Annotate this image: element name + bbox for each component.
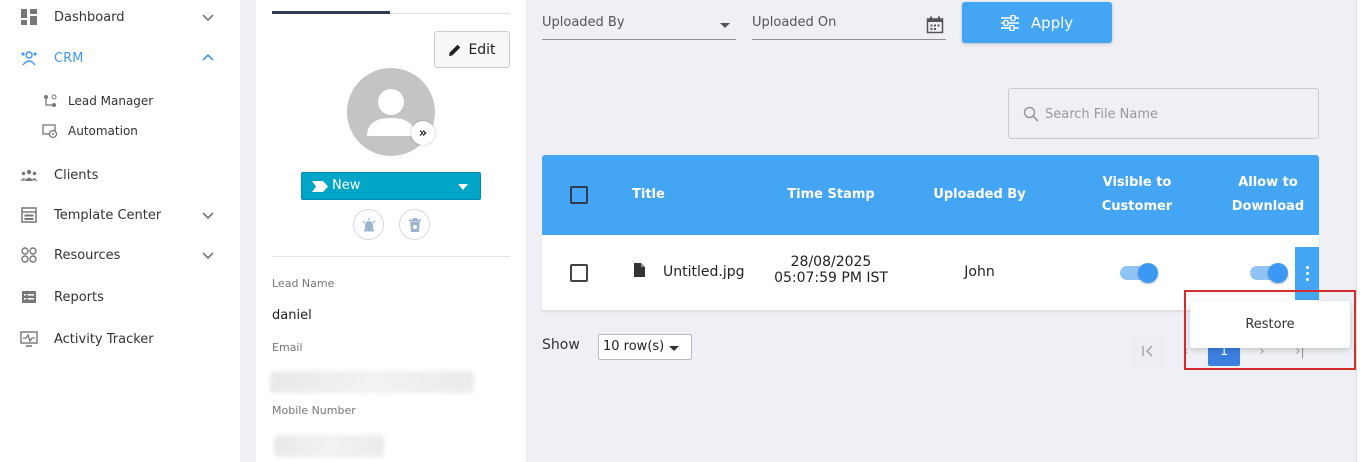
search-input[interactable] (1045, 103, 1305, 125)
trash-icon (408, 217, 421, 232)
sidebar-item-clients[interactable]: Clients (0, 158, 240, 192)
active-tab-indicator[interactable] (272, 11, 390, 14)
lead-status-select[interactable]: New (301, 172, 481, 200)
alarm-icon (362, 217, 375, 231)
file-uploaded-by: John (964, 264, 995, 280)
lead-name-value: daniel (272, 308, 312, 323)
uploaded-by-filter[interactable]: Uploaded By (542, 10, 736, 40)
first-page-icon[interactable] (1132, 336, 1164, 366)
sidebar-subitem-automation[interactable]: Automation (0, 118, 240, 144)
file-icon (634, 263, 645, 277)
sliders-icon (1000, 14, 1019, 31)
mobile-value-redacted (274, 435, 384, 457)
lead-status-value: New (332, 178, 361, 193)
header-title[interactable]: Title (632, 183, 665, 207)
header-uploaded-by[interactable]: Uploaded By (922, 183, 1037, 207)
header-visible-line2: Customer (1101, 199, 1173, 214)
sidebar-item-template-center[interactable]: Template Center (0, 198, 240, 232)
sidebar-subitem-label: Automation (68, 124, 138, 138)
right-scroll-edge (1356, 0, 1360, 462)
sidebar-item-label: Resources (54, 247, 121, 263)
caret-down-icon (458, 184, 468, 190)
rows-per-page-select[interactable]: 10 row(s) (598, 334, 692, 360)
sidebar-item-reports[interactable]: Reports (0, 280, 240, 314)
caret-down-icon (669, 346, 679, 351)
uploaded-on-filter[interactable]: Uploaded On (752, 10, 946, 40)
sidebar-item-label: Dashboard (54, 9, 125, 25)
mobile-number-label: Mobile Number (272, 404, 356, 417)
header-visible-to-customer[interactable]: Visible to Customer (1082, 171, 1192, 219)
file-search-box[interactable] (1008, 88, 1319, 139)
apply-button-label: Apply (1030, 13, 1074, 32)
file-timestamp: 28/08/2025 05:07:59 PM IST (770, 254, 892, 286)
sidebar-item-dashboard[interactable]: Dashboard (0, 0, 240, 34)
sidebar-item-label: Activity Tracker (54, 331, 154, 347)
sidebar-item-resources[interactable]: Resources (0, 238, 240, 272)
activity-icon (20, 330, 38, 348)
automation-icon (42, 123, 58, 139)
lead-manager-icon (42, 93, 58, 109)
pencil-icon (449, 44, 461, 56)
header-allow-to-download[interactable]: Allow to Download (1213, 171, 1323, 219)
chevron-down-icon (202, 212, 214, 220)
sidebar-item-label: Reports (54, 289, 104, 305)
sidebar-item-activity-tracker[interactable]: Activity Tracker (0, 322, 240, 356)
email-label: Email (272, 341, 303, 354)
tag-icon (312, 181, 328, 192)
file-time: 05:07:59 PM IST (774, 270, 888, 286)
lead-details-panel: Edit » New Lead Name daniel Email Mobile… (256, 0, 526, 462)
file-title[interactable]: Untitled.jpg (663, 264, 745, 280)
header-allow-line2: Download (1231, 199, 1305, 214)
allow-download-toggle[interactable] (1250, 263, 1288, 283)
header-timestamp[interactable]: Time Stamp (772, 183, 890, 207)
header-visible-line1: Visible to (1102, 175, 1172, 190)
uploaded-on-filter-label: Uploaded On (752, 15, 837, 30)
crm-icon (20, 49, 38, 67)
sidebar-subitem-lead-manager[interactable]: Lead Manager (0, 88, 240, 114)
alarm-button[interactable] (353, 209, 384, 240)
highlight-box (1184, 290, 1356, 370)
chevron-down-icon (202, 252, 214, 260)
sidebar-item-label: Clients (54, 167, 99, 183)
sidebar-subitem-label: Lead Manager (68, 94, 154, 108)
expand-arrows-icon[interactable]: » (411, 121, 435, 145)
apply-button[interactable]: Apply (962, 2, 1112, 43)
search-icon (1023, 106, 1039, 122)
toggle-knob (1138, 263, 1158, 283)
chevron-up-icon (202, 53, 214, 61)
files-table-header: Title Time Stamp Uploaded By Visible to … (542, 155, 1319, 235)
edit-button-label: Edit (468, 41, 496, 58)
file-date: 28/08/2025 (790, 254, 872, 270)
caret-down-icon (720, 23, 730, 28)
template-icon (20, 206, 38, 224)
lead-name-label: Lead Name (272, 277, 335, 290)
select-all-checkbox[interactable] (570, 186, 588, 204)
uploaded-by-filter-label: Uploaded By (542, 15, 625, 30)
visible-to-customer-toggle[interactable] (1120, 263, 1158, 283)
resources-icon (20, 246, 38, 264)
delete-button[interactable] (399, 209, 430, 240)
row-checkbox[interactable] (570, 264, 588, 282)
dashboard-icon (20, 8, 38, 26)
show-label: Show (542, 337, 580, 353)
sidebar-item-label: CRM (54, 50, 84, 66)
calendar-icon[interactable] (926, 16, 944, 34)
email-value-redacted (270, 371, 474, 393)
header-allow-line1: Allow to (1238, 175, 1298, 190)
edit-button[interactable]: Edit (434, 31, 510, 68)
rows-per-page-value: 10 row(s) (603, 339, 665, 354)
clients-icon (20, 166, 38, 184)
section-divider (272, 256, 510, 257)
sidebar-item-crm[interactable]: CRM (0, 41, 240, 75)
toggle-knob (1268, 263, 1288, 283)
chevron-down-icon (202, 14, 214, 22)
sidebar-item-label: Template Center (54, 207, 162, 223)
reports-icon (20, 288, 38, 306)
sidebar: Dashboard CRM Lead Manager Automation Cl… (0, 0, 240, 462)
